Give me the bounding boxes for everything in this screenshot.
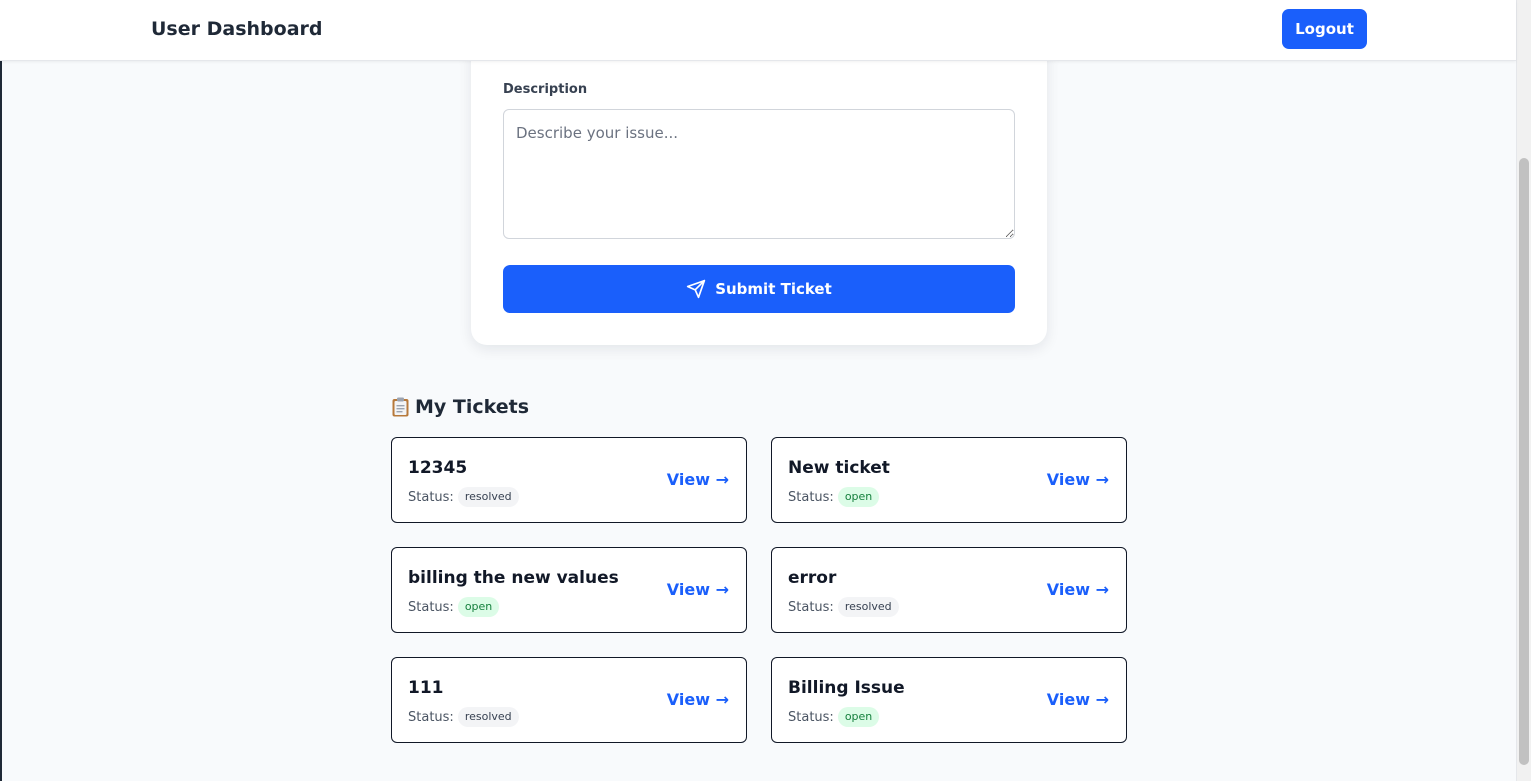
- view-ticket-link[interactable]: View →: [1047, 690, 1109, 709]
- status-prefix: Status:: [788, 709, 834, 725]
- ticket-status: Status: open: [788, 707, 880, 727]
- ticket-title: error: [788, 568, 837, 588]
- view-ticket-link[interactable]: View →: [1047, 470, 1109, 489]
- view-ticket-link[interactable]: View →: [667, 470, 729, 489]
- tickets-list: 12345 Status: resolved View → New ticket…: [391, 437, 1127, 743]
- status-prefix: Status:: [788, 489, 834, 505]
- vertical-scrollbar-thumb[interactable]: [1519, 158, 1529, 765]
- status-prefix: Status:: [408, 709, 454, 725]
- page: User Dashboard Logout Description Submit…: [0, 0, 1531, 781]
- ticket-card: billing the new values Status: open View…: [391, 547, 747, 633]
- description-label: Description: [503, 82, 588, 97]
- status-prefix: Status:: [788, 599, 834, 615]
- status-badge: open: [837, 707, 880, 727]
- ticket-card: 111 Status: resolved View →: [391, 657, 747, 743]
- ticket-title: billing the new values: [408, 568, 619, 588]
- ticket-status: Status: open: [788, 487, 880, 507]
- status-badge: open: [457, 597, 500, 617]
- app-title: User Dashboard: [151, 18, 323, 40]
- status-badge: open: [837, 487, 880, 507]
- clipboard-icon: [392, 397, 409, 417]
- logout-button[interactable]: Logout: [1282, 9, 1367, 49]
- ticket-status: Status: open: [408, 597, 500, 617]
- description-textarea[interactable]: [503, 109, 1015, 239]
- ticket-card: 12345 Status: resolved View →: [391, 437, 747, 523]
- view-ticket-link[interactable]: View →: [1047, 580, 1109, 599]
- ticket-title: 111: [408, 678, 444, 698]
- status-prefix: Status:: [408, 489, 454, 505]
- window-edge: [0, 0, 2, 781]
- ticket-title: Billing Issue: [788, 678, 905, 698]
- send-icon: [687, 279, 706, 299]
- status-badge: resolved: [457, 707, 519, 727]
- ticket-status: Status: resolved: [408, 707, 519, 727]
- ticket-card: error Status: resolved View →: [771, 547, 1127, 633]
- status-badge: resolved: [837, 597, 899, 617]
- submit-ticket-button[interactable]: Submit Ticket: [503, 265, 1015, 313]
- my-tickets-title: My Tickets: [415, 396, 530, 418]
- status-prefix: Status:: [408, 599, 454, 615]
- ticket-status: Status: resolved: [788, 597, 899, 617]
- ticket-title: New ticket: [788, 458, 890, 478]
- my-tickets-heading: My Tickets: [392, 394, 529, 420]
- submit-ticket-label: Submit Ticket: [715, 280, 832, 298]
- ticket-card: Billing Issue Status: open View →: [771, 657, 1127, 743]
- view-ticket-link[interactable]: View →: [667, 580, 729, 599]
- status-badge: resolved: [457, 487, 519, 507]
- new-ticket-form-card: Description Submit Ticket: [471, 30, 1047, 345]
- view-ticket-link[interactable]: View →: [667, 690, 729, 709]
- ticket-status: Status: resolved: [408, 487, 519, 507]
- ticket-card: New ticket Status: open View →: [771, 437, 1127, 523]
- top-navbar: User Dashboard Logout: [0, 0, 1516, 61]
- ticket-title: 12345: [408, 458, 468, 478]
